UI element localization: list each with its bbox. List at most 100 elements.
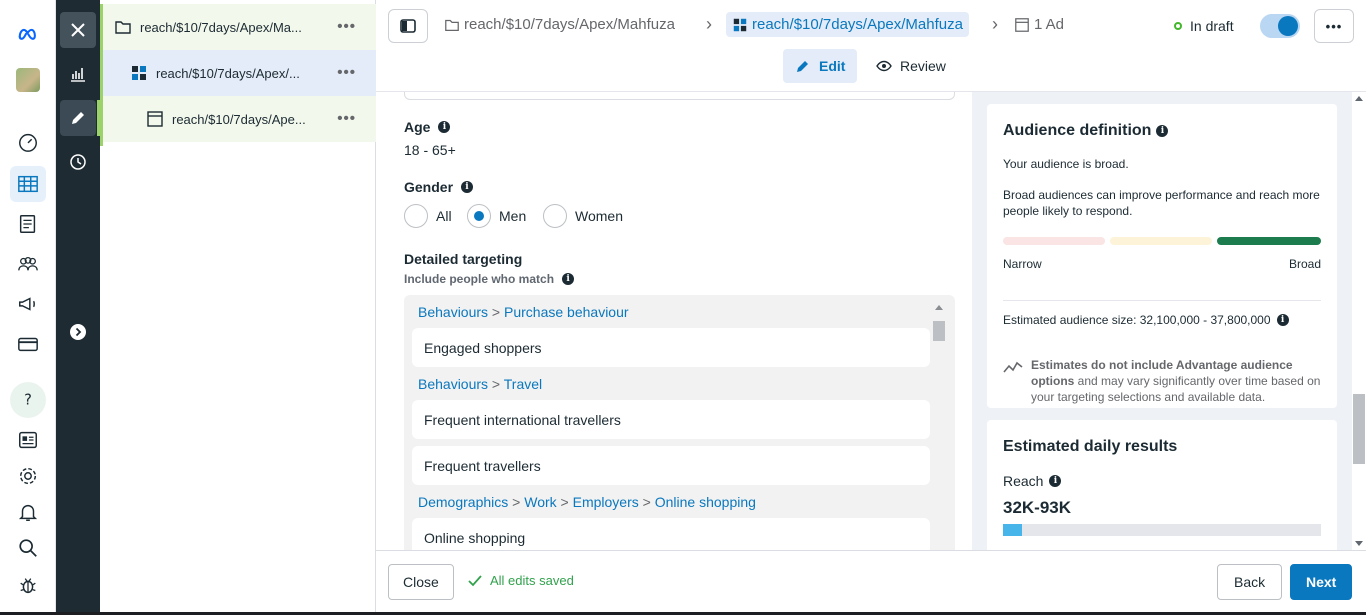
- help-question-icon[interactable]: ?: [10, 382, 46, 418]
- gender-label-text: Gender: [404, 179, 454, 195]
- path-segment[interactable]: Behaviours: [418, 376, 488, 392]
- news-feed-icon[interactable]: [10, 422, 46, 458]
- account-avatar[interactable]: [10, 62, 46, 98]
- info-icon[interactable]: i: [1156, 125, 1169, 137]
- path-segment[interactable]: Purchase behaviour: [504, 304, 629, 320]
- path-segment[interactable]: Behaviours: [418, 304, 488, 320]
- adset-more-icon[interactable]: •••: [337, 64, 356, 81]
- expand-chevron-icon[interactable]: [60, 314, 96, 350]
- save-status: All edits saved: [468, 573, 574, 588]
- radio-circle[interactable]: [543, 204, 567, 228]
- adset-grid-icon: [130, 64, 148, 82]
- toggle-panel-button[interactable]: [388, 9, 428, 43]
- info-icon[interactable]: i: [1276, 314, 1289, 326]
- page-scrollbar[interactable]: [1352, 92, 1366, 550]
- meter-segment-broad: [1217, 237, 1321, 245]
- status-badge: In draft: [1174, 18, 1234, 34]
- folder-icon: [114, 18, 132, 36]
- targeting-list[interactable]: Behaviours > Purchase behaviour Engaged …: [404, 295, 955, 550]
- breadcrumb-ad[interactable]: 1 Ad: [1014, 16, 1064, 33]
- info-icon[interactable]: i: [461, 181, 474, 193]
- breadcrumb-campaign[interactable]: reach/$10/7days/Apex/Mahfuza: [444, 16, 675, 33]
- list-item[interactable]: Frequent travellers: [412, 446, 930, 485]
- age-value[interactable]: 18 - 65+: [404, 142, 456, 158]
- tab-review-label: Review: [900, 58, 946, 74]
- gender-radio-men[interactable]: Men: [467, 204, 526, 228]
- reach-label-text: Reach: [1003, 473, 1044, 489]
- age-label: Age i: [404, 119, 451, 135]
- scroll-up-arrow-icon[interactable]: [935, 305, 943, 310]
- path-segment[interactable]: Work: [524, 494, 556, 510]
- tree-item-ad[interactable]: reach/$10/7days/Ape... •••: [100, 96, 376, 142]
- performance-chart-icon[interactable]: [60, 56, 96, 92]
- report-bug-icon[interactable]: [10, 567, 46, 603]
- list-item[interactable]: Engaged shoppers: [412, 328, 930, 367]
- scroll-thumb[interactable]: [933, 321, 945, 341]
- scroll-thumb[interactable]: [1353, 394, 1365, 464]
- megaphone-icon[interactable]: [10, 286, 46, 322]
- estimate-disclaimer: Estimates do not include Advantage audie…: [1031, 357, 1327, 405]
- tab-review[interactable]: Review: [864, 49, 958, 83]
- edit-pencil-icon[interactable]: [60, 100, 100, 136]
- list-item[interactable]: Frequent international travellers: [412, 400, 930, 439]
- radio-circle[interactable]: [404, 204, 428, 228]
- targeting-group-path: Behaviours > Travel: [418, 376, 543, 392]
- tree-item-adset[interactable]: reach/$10/7days/Apex/... •••: [100, 50, 376, 96]
- edit-pencil-icon: [797, 61, 808, 72]
- tree-item-campaign[interactable]: reach/$10/7days/Apex/Ma... •••: [100, 4, 376, 50]
- audience-broad-text: Your audience is broad.: [1003, 157, 1129, 171]
- scroll-down-arrow-icon[interactable]: [1355, 541, 1363, 546]
- audiences-people-icon[interactable]: [10, 246, 46, 282]
- tree-ad-label: reach/$10/7days/Ape...: [172, 111, 306, 127]
- breadcrumb-chevron-icon: ›: [706, 14, 712, 34]
- gender-radio-women[interactable]: Women: [543, 204, 623, 228]
- path-segment[interactable]: Travel: [504, 376, 542, 392]
- back-button[interactable]: Back: [1217, 564, 1283, 600]
- close-button[interactable]: Close: [388, 564, 454, 600]
- scroll-up-arrow-icon[interactable]: [1355, 96, 1363, 101]
- audience-definition-card: Audience definition i Your audience is b…: [987, 104, 1337, 408]
- notifications-bell-icon[interactable]: [10, 494, 46, 530]
- header-more-button[interactable]: •••: [1314, 9, 1354, 43]
- meta-logo-icon[interactable]: [10, 16, 46, 52]
- path-segment[interactable]: Employers: [573, 494, 639, 510]
- search-icon[interactable]: [10, 530, 46, 566]
- dashboard-gauge-icon[interactable]: [10, 124, 46, 160]
- gender-option-label: Women: [575, 208, 623, 224]
- save-status-text: All edits saved: [490, 573, 574, 588]
- eye-icon: [876, 60, 892, 72]
- breadcrumb-adset[interactable]: reach/$10/7days/Apex/Mahfuza: [726, 12, 969, 37]
- ad-frame-icon: [1015, 17, 1029, 32]
- info-icon[interactable]: i: [562, 273, 575, 285]
- ad-more-icon[interactable]: •••: [337, 110, 356, 127]
- reach-bar-fill: [1003, 524, 1023, 536]
- reach-label: Reach i: [1003, 473, 1062, 489]
- meter-segment-mid: [1110, 237, 1212, 245]
- gender-radio-all[interactable]: All: [404, 204, 452, 228]
- info-icon[interactable]: i: [1049, 475, 1062, 487]
- list-item[interactable]: Online shopping: [412, 518, 930, 550]
- editor-header: reach/$10/7days/Apex/Mahfuza › reach/$10…: [376, 0, 1366, 92]
- history-clock-icon[interactable]: [60, 144, 96, 180]
- editor-tool-strip: [56, 0, 100, 615]
- ads-manager-table-icon[interactable]: [10, 166, 46, 202]
- campaign-more-icon[interactable]: •••: [337, 18, 356, 35]
- billing-card-icon[interactable]: [10, 326, 46, 362]
- radio-circle[interactable]: [467, 204, 491, 228]
- path-segment[interactable]: Demographics: [418, 494, 508, 510]
- info-icon[interactable]: i: [438, 121, 451, 133]
- close-editor-icon[interactable]: [60, 12, 96, 48]
- estimated-results-card: Estimated daily results Reach i 32K-93K: [987, 420, 1337, 550]
- pages-book-icon[interactable]: [10, 206, 46, 242]
- tab-edit[interactable]: Edit: [783, 49, 858, 83]
- path-segment[interactable]: Online shopping: [655, 494, 756, 510]
- breadcrumb-chevron-icon: ›: [992, 14, 998, 34]
- targeting-scrollbar[interactable]: [933, 305, 945, 545]
- breadcrumb-ad-label: 1 Ad: [1034, 16, 1065, 33]
- svg-text:?: ?: [24, 392, 32, 409]
- editor-footer: Close All edits saved Back Next: [376, 550, 1366, 612]
- settings-gear-icon[interactable]: [10, 458, 46, 494]
- gender-option-label: Men: [499, 208, 527, 224]
- next-button[interactable]: Next: [1290, 564, 1353, 600]
- publish-toggle[interactable]: [1260, 14, 1300, 38]
